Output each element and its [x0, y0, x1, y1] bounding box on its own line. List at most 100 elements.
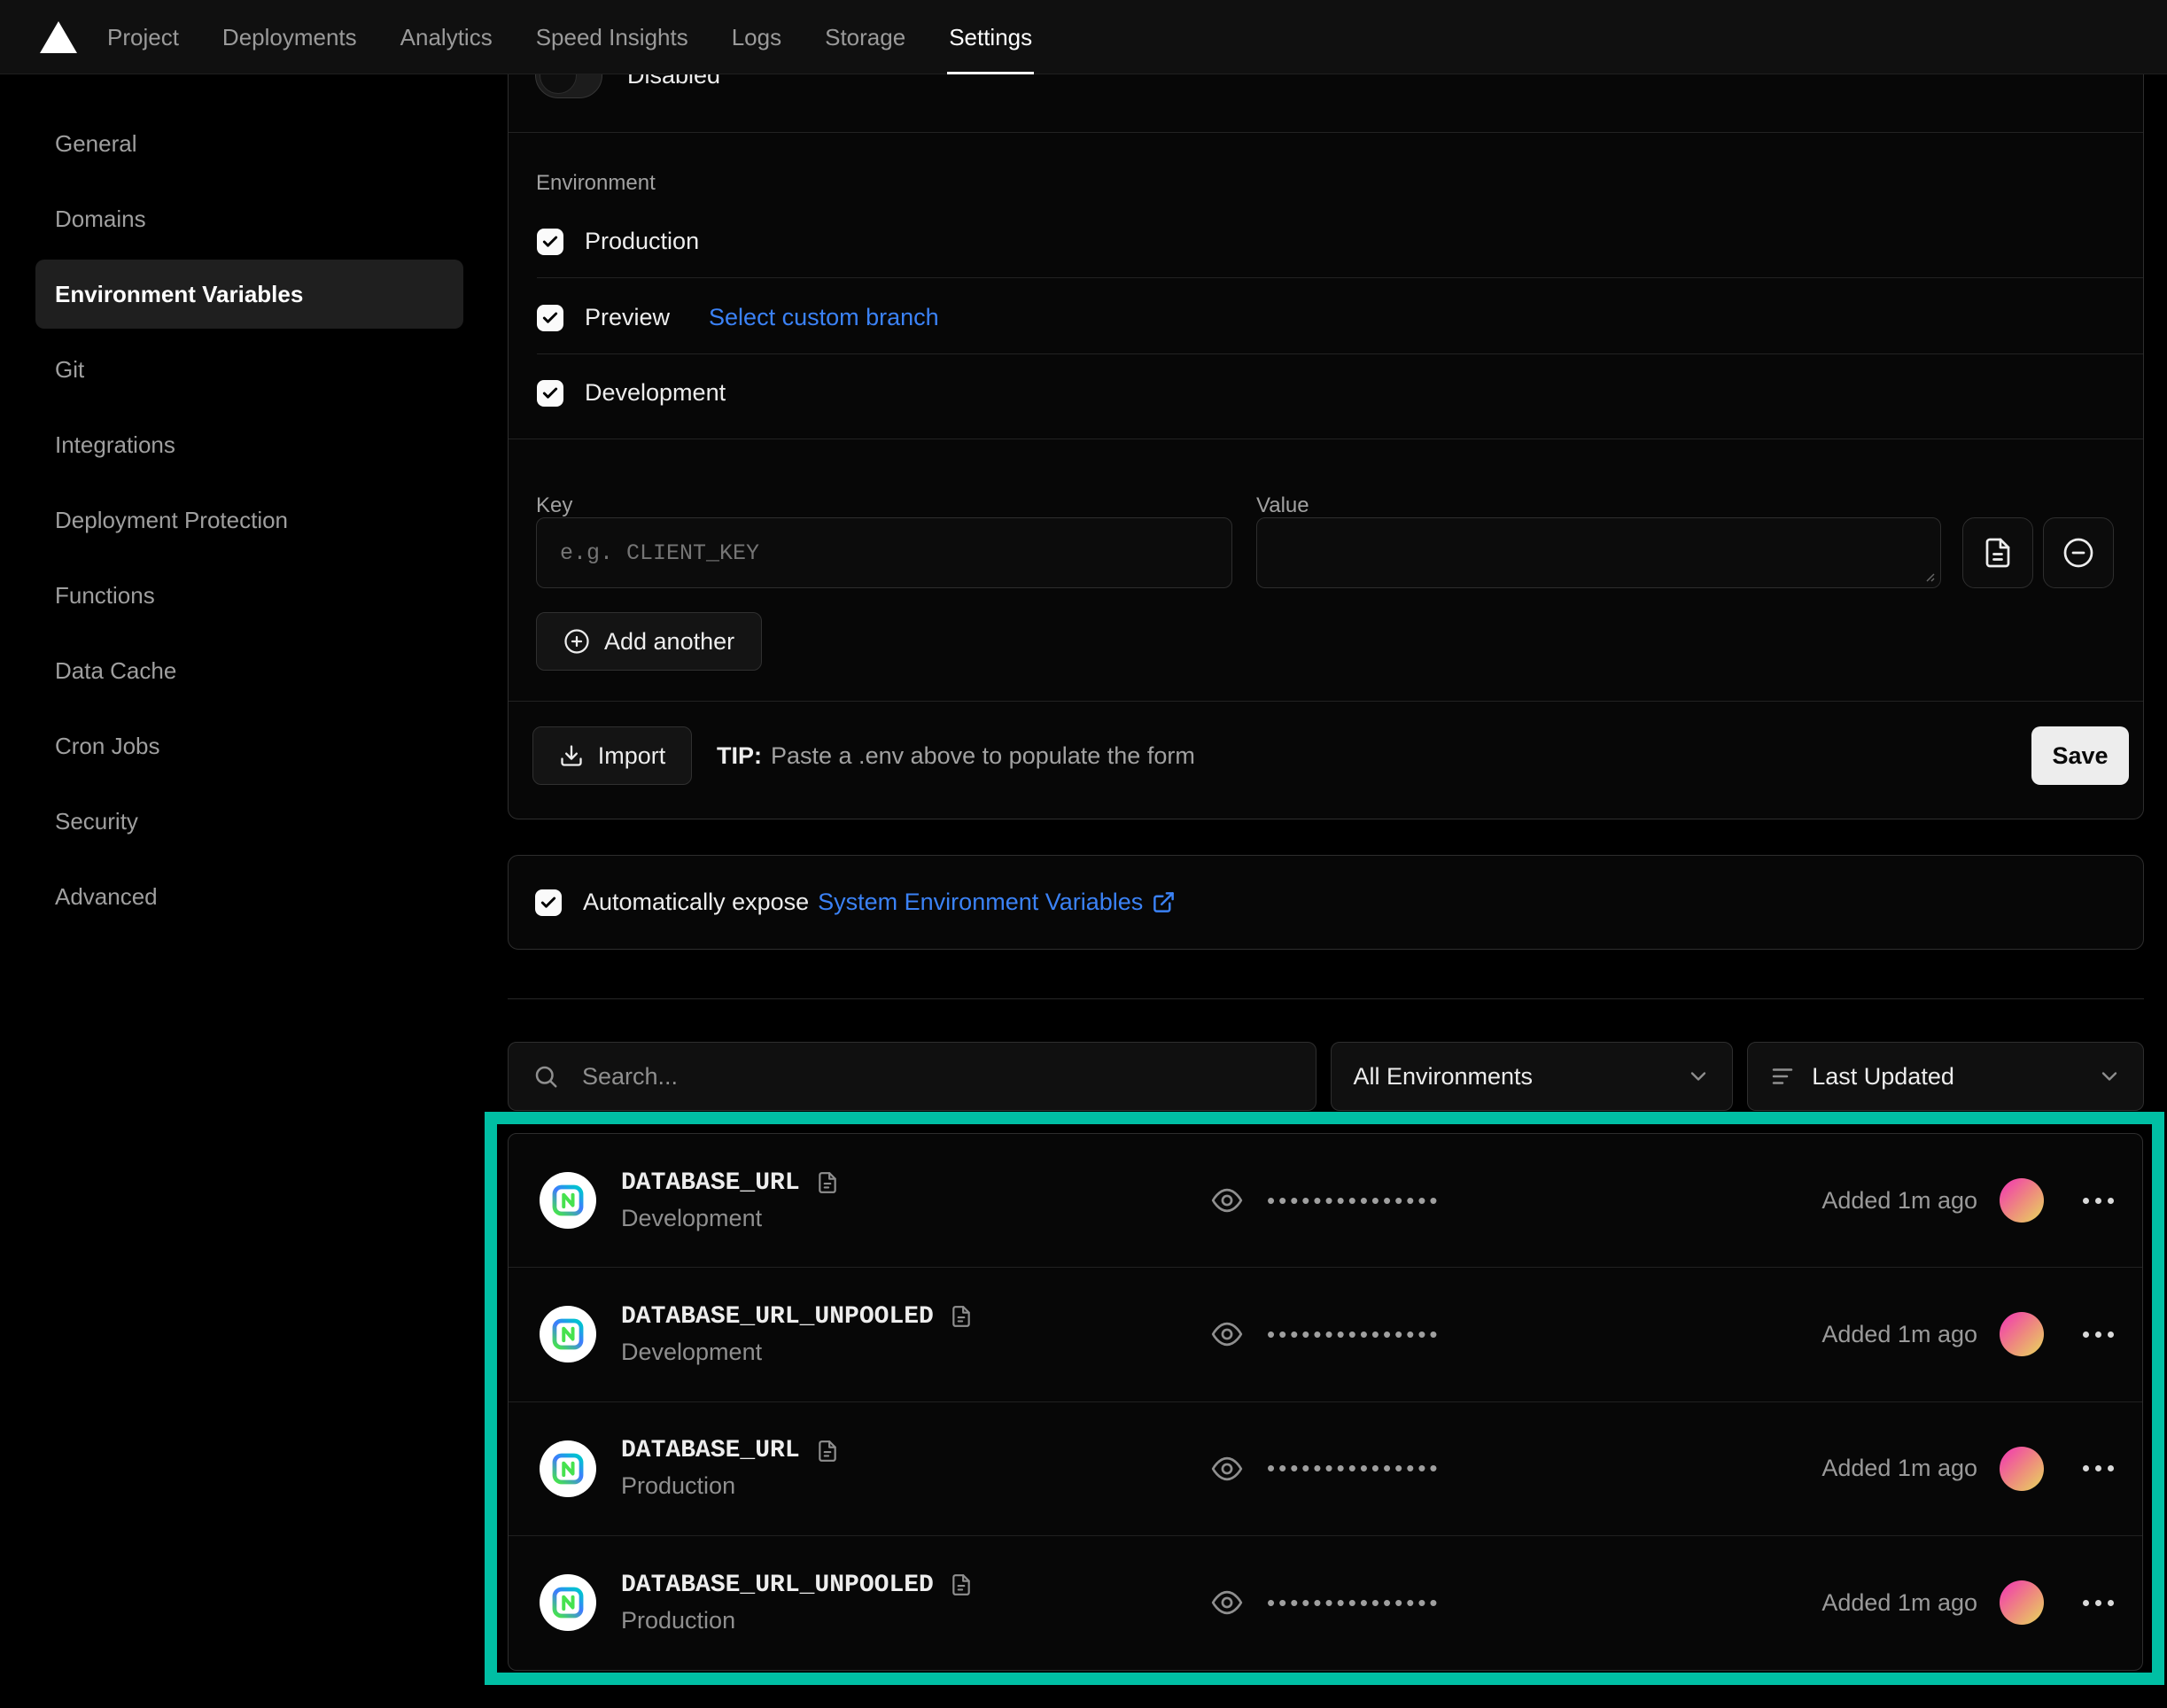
- search-box: [508, 1042, 1317, 1111]
- tip-label: TIP:: [717, 742, 762, 769]
- add-another-label: Add another: [604, 628, 734, 656]
- key-label: Key: [536, 493, 572, 518]
- added-timestamp: Added 1m ago: [1821, 1589, 1977, 1617]
- neon-logo-icon: [551, 1452, 585, 1486]
- external-link-icon[interactable]: [1152, 890, 1176, 914]
- table-row[interactable]: DATABASE_URL_UNPOOLED Production •••••••…: [509, 1536, 2142, 1670]
- check-icon: [541, 384, 559, 402]
- value-input-box: [1256, 517, 1941, 588]
- neon-logo-icon: [551, 1317, 585, 1351]
- top-nav: Project Deployments Analytics Speed Insi…: [0, 0, 2167, 74]
- eye-icon[interactable]: [1210, 1184, 1244, 1217]
- import-label: Import: [598, 742, 666, 770]
- sidebar-item-deployment-protection[interactable]: Deployment Protection: [35, 485, 463, 555]
- note-icon[interactable]: [816, 1171, 839, 1194]
- tab-deployments[interactable]: Deployments: [222, 0, 357, 74]
- sidebar-item-security[interactable]: Security: [35, 787, 463, 856]
- sidebar-item-advanced[interactable]: Advanced: [35, 862, 463, 931]
- added-timestamp: Added 1m ago: [1821, 1187, 1977, 1215]
- resize-handle-icon[interactable]: [1922, 569, 1936, 583]
- development-checkbox[interactable]: [537, 380, 563, 407]
- avatar: [2000, 1312, 2044, 1356]
- sidebar-item-functions[interactable]: Functions: [35, 561, 463, 630]
- nav-tabs: Project Deployments Analytics Speed Insi…: [107, 0, 1032, 74]
- table-row[interactable]: DATABASE_URL_UNPOOLED Development ••••••…: [509, 1268, 2142, 1401]
- development-label: Development: [585, 379, 726, 407]
- note-icon[interactable]: [816, 1440, 839, 1463]
- sidebar-item-general[interactable]: General: [35, 109, 463, 178]
- masked-value: •••••••••••••••: [1267, 1589, 1441, 1617]
- system-env-card: Automatically expose System Environment …: [508, 855, 2144, 950]
- env-production-row: Production: [537, 228, 699, 255]
- divider: [537, 353, 2143, 354]
- env-var-environment: Development: [621, 1205, 839, 1232]
- tab-logs[interactable]: Logs: [732, 0, 781, 74]
- sort-dropdown[interactable]: Last Updated: [1747, 1042, 2144, 1111]
- row-menu-button[interactable]: [2083, 1595, 2114, 1611]
- key-input[interactable]: [537, 518, 1231, 587]
- row-meta: Added 1m ago: [1821, 1447, 2114, 1491]
- production-checkbox[interactable]: [537, 229, 563, 255]
- table-row[interactable]: DATABASE_URL Development •••••••••••••••…: [509, 1134, 2142, 1268]
- tab-speed-insights[interactable]: Speed Insights: [536, 0, 688, 74]
- value-input[interactable]: [1257, 518, 1940, 587]
- env-development-row: Development: [537, 379, 726, 407]
- tip-body: Paste a .env above to populate the form: [771, 742, 1195, 769]
- sidebar-item-integrations[interactable]: Integrations: [35, 410, 463, 479]
- chevron-down-icon: [1686, 1064, 1711, 1089]
- note-icon[interactable]: [950, 1305, 973, 1328]
- plus-circle-icon: [563, 628, 590, 655]
- eye-icon[interactable]: [1210, 1452, 1244, 1486]
- divider: [509, 132, 2143, 133]
- env-var-text: DATABASE_URL Production: [621, 1437, 839, 1500]
- sidebar-item-data-cache[interactable]: Data Cache: [35, 636, 463, 705]
- auto-expose-prefix: Automatically expose: [583, 889, 809, 916]
- note-icon[interactable]: [950, 1573, 973, 1596]
- masked-value: •••••••••••••••: [1267, 1321, 1441, 1348]
- row-meta: Added 1m ago: [1821, 1312, 2114, 1356]
- sidebar-item-git[interactable]: Git: [35, 335, 463, 404]
- filter-row: All Environments Last Updated: [508, 1042, 2144, 1111]
- tab-project[interactable]: Project: [107, 0, 179, 74]
- row-menu-button[interactable]: [2083, 1460, 2114, 1477]
- production-label: Production: [585, 228, 699, 255]
- table-row[interactable]: DATABASE_URL Production ••••••••••••••• …: [509, 1402, 2142, 1536]
- save-button[interactable]: Save: [2031, 726, 2129, 785]
- env-var-environment: Production: [621, 1607, 973, 1634]
- import-button[interactable]: Import: [532, 726, 692, 785]
- added-timestamp: Added 1m ago: [1821, 1455, 1977, 1482]
- environment-filter-value: All Environments: [1353, 1063, 1533, 1091]
- tip-text: TIP: Paste a .env above to populate the f…: [717, 742, 1195, 770]
- env-var-text: DATABASE_URL Development: [621, 1169, 839, 1232]
- sidebar-item-environment-variables[interactable]: Environment Variables: [35, 260, 463, 329]
- tab-analytics[interactable]: Analytics: [400, 0, 493, 74]
- check-icon: [541, 309, 559, 327]
- env-var-form-card: Disabled Environment Production Preview …: [508, 18, 2144, 819]
- divider: [508, 998, 2144, 999]
- tab-storage[interactable]: Storage: [825, 0, 905, 74]
- sidebar-item-domains[interactable]: Domains: [35, 184, 463, 253]
- masked-value-group: •••••••••••••••: [1210, 1586, 1441, 1619]
- paste-env-button[interactable]: [1962, 517, 2033, 588]
- vercel-logo-icon[interactable]: [40, 21, 77, 53]
- row-menu-button[interactable]: [2083, 1192, 2114, 1209]
- masked-value-group: •••••••••••••••: [1210, 1452, 1441, 1486]
- env-var-key: DATABASE_URL_UNPOOLED: [621, 1303, 934, 1331]
- auto-expose-text: Automatically expose System Environment …: [583, 889, 1176, 916]
- select-custom-branch-link[interactable]: Select custom branch: [709, 304, 939, 331]
- tab-settings[interactable]: Settings: [949, 0, 1032, 74]
- preview-checkbox[interactable]: [537, 305, 563, 331]
- eye-icon[interactable]: [1210, 1586, 1244, 1619]
- remove-row-button[interactable]: [2043, 517, 2114, 588]
- environment-filter-dropdown[interactable]: All Environments: [1331, 1042, 1733, 1111]
- env-var-text: DATABASE_URL_UNPOOLED Development: [621, 1303, 973, 1366]
- auto-expose-checkbox[interactable]: [535, 889, 562, 916]
- add-another-button[interactable]: Add another: [536, 612, 762, 671]
- system-env-vars-link[interactable]: System Environment Variables: [818, 889, 1143, 916]
- sidebar-item-cron-jobs[interactable]: Cron Jobs: [35, 711, 463, 780]
- eye-icon[interactable]: [1210, 1317, 1244, 1351]
- row-menu-button[interactable]: [2083, 1326, 2114, 1343]
- minus-circle-icon: [2062, 537, 2094, 569]
- environment-section-label: Environment: [536, 171, 656, 196]
- search-input[interactable]: [582, 1043, 1316, 1110]
